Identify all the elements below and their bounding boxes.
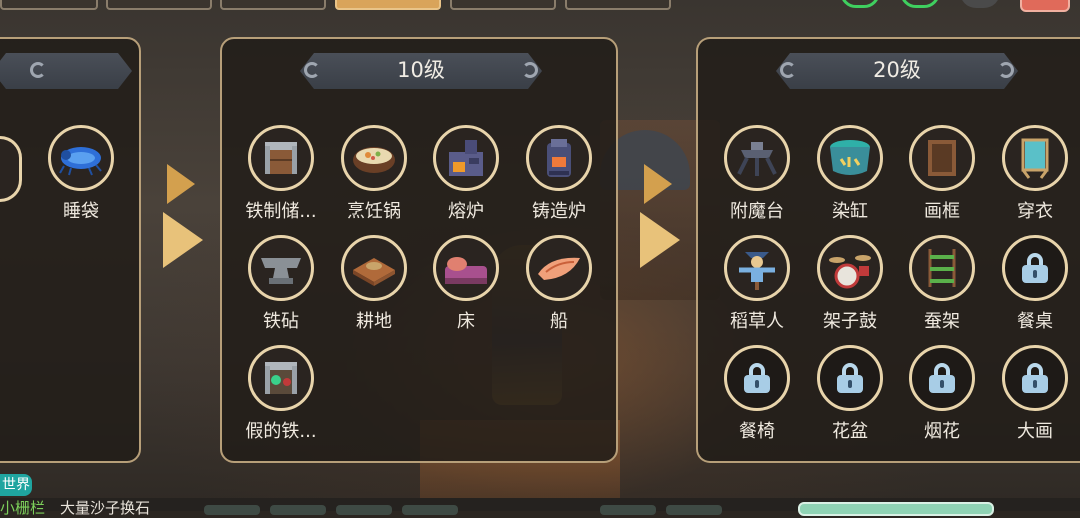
hotbar-slot[interactable] [336, 505, 392, 515]
silkworm-rack-icon [909, 235, 975, 301]
hotbar-slot[interactable] [204, 505, 260, 515]
top-tab-2[interactable] [106, 0, 212, 10]
lock-icon [1002, 345, 1068, 411]
next-level-arrow-icon [163, 164, 203, 268]
lock-icon [724, 345, 790, 411]
recipe-label: 铁砧 [263, 311, 299, 332]
drum-kit-icon [817, 235, 883, 301]
farmland-icon [341, 235, 407, 301]
banner-swirl-right-icon [998, 62, 1014, 78]
top-tab-6[interactable] [565, 0, 671, 10]
furnace-icon [433, 125, 499, 191]
recipe-item-furnace[interactable]: 熔炉 [420, 125, 512, 223]
recipe-item-anvil[interactable]: 铁砧 [235, 235, 327, 333]
recipe-item-dining-table[interactable]: 餐桌 [989, 235, 1080, 333]
recipe-item-farmland[interactable]: 耕地 [328, 235, 420, 333]
banner-swirl-left-icon [780, 62, 796, 78]
close-button[interactable] [1020, 0, 1070, 12]
banner-swirl-right-icon [522, 62, 538, 78]
recipe-label: 假的铁... [245, 421, 317, 442]
recipe-item-enchanting-table[interactable]: 附魔台 [711, 125, 803, 223]
recipe-label: 铸造炉 [532, 201, 586, 222]
cooking-pot-icon [341, 125, 407, 191]
lock-icon [909, 345, 975, 411]
next-level-arrow-icon [640, 164, 680, 268]
hotbar-slot[interactable] [270, 505, 326, 515]
panel-level-20: 20级 附魔台 染缸 画框 穿衣 稻草人 架子鼓 蚕架 餐桌 餐椅 花盆 烟花 … [696, 37, 1080, 463]
dressing-mirror-icon [1002, 125, 1068, 191]
recipe-item-flower-pot[interactable]: 花盆 [804, 345, 896, 443]
banner-swirl-left-icon [304, 62, 320, 78]
recipe-item-foundry[interactable]: 铸造炉 [513, 125, 605, 223]
iron-storage-icon [248, 125, 314, 191]
recipe-label: 附魔台 [730, 201, 784, 222]
boat-icon [526, 235, 592, 301]
recipe-item-picture-frame[interactable]: 画框 [896, 125, 988, 223]
recipe-item-bed[interactable]: 床 [420, 235, 512, 333]
recipe-item-drum-kit[interactable]: 架子鼓 [804, 235, 896, 333]
recipe-item-boat[interactable]: 船 [513, 235, 605, 333]
panel-previous-level: 睡袋 [0, 37, 141, 463]
action-button[interactable] [798, 502, 994, 516]
recipe-item-cooking-pot[interactable]: 烹饪锅 [328, 125, 420, 223]
recipe-item-silkworm-rack[interactable]: 蚕架 [896, 235, 988, 333]
recipe-label: 烟花 [924, 421, 960, 442]
chat-channel-badge[interactable]: 世界 [0, 474, 32, 496]
hotbar-slot[interactable] [666, 505, 722, 515]
top-tab-5[interactable] [450, 0, 556, 10]
picture-frame-icon [909, 125, 975, 191]
dye-vat-icon [817, 125, 883, 191]
recipe-label: 睡袋 [63, 201, 99, 222]
recipe-item-iron-storage[interactable]: 铁制储... [235, 125, 327, 223]
panel-level-10: 10级 铁制储... 烹饪锅 熔炉 铸造炉 铁砧 耕地 床 船 假的铁... [220, 37, 618, 463]
recipe-label: 稻草人 [730, 311, 784, 332]
lock-icon [817, 345, 883, 411]
chat-message: 大量沙子换石 [60, 499, 151, 517]
recipe-label: 餐椅 [739, 421, 775, 442]
recipe-label: 染缸 [832, 201, 868, 222]
level-title: 10级 [300, 53, 542, 89]
recipe-label: 花盆 [832, 421, 868, 442]
recipe-label: 餐桌 [1017, 311, 1053, 332]
sleeping-bag-icon [48, 125, 114, 191]
recipe-item-fake-iron-chest[interactable]: 假的铁... [235, 345, 327, 443]
recipe-item-scarecrow[interactable]: 稻草人 [711, 235, 803, 333]
recipe-item-sleeping-bag[interactable]: 睡袋 [35, 125, 127, 223]
top-tab-1[interactable] [0, 0, 98, 10]
hotbar-slot[interactable] [600, 505, 656, 515]
fake-iron-chest-icon [248, 345, 314, 411]
enchanting-table-icon [724, 125, 790, 191]
recipe-label: 大画 [1017, 421, 1053, 442]
recipe-label: 熔炉 [448, 201, 484, 222]
recipe-item-dye-vat[interactable]: 染缸 [804, 125, 896, 223]
recipe-label: 船 [550, 311, 568, 332]
hotbar-slot[interactable] [402, 505, 458, 515]
recipe-label: 画框 [924, 201, 960, 222]
recipe-item-dressing-mirror[interactable]: 穿衣 [989, 125, 1080, 223]
anvil-icon [248, 235, 314, 301]
recipe-label: 穿衣 [1017, 201, 1053, 222]
recipe-label: 床 [457, 311, 475, 332]
level-title: 20级 [776, 53, 1018, 89]
recipe-label: 铁制储... [245, 201, 317, 222]
top-tab-3[interactable] [220, 0, 326, 10]
lock-icon [1002, 235, 1068, 301]
top-tab-active[interactable] [335, 0, 441, 10]
recipe-label: 耕地 [356, 311, 392, 332]
foundry-icon [526, 125, 592, 191]
recipe-label: 烹饪锅 [347, 201, 401, 222]
recipe-label: 蚕架 [924, 311, 960, 332]
level-banner-left [0, 53, 132, 89]
recipe-item-fireworks[interactable]: 烟花 [896, 345, 988, 443]
recipe-label: 架子鼓 [823, 311, 877, 332]
banner-swirl-icon [30, 62, 46, 78]
recipe-item-large-painting[interactable]: 大画 [989, 345, 1080, 443]
recipe-item-dining-chair[interactable]: 餐椅 [711, 345, 803, 443]
scarecrow-icon [724, 235, 790, 301]
bed-icon [433, 235, 499, 301]
chat-sender[interactable]: 小栅栏 [0, 497, 45, 518]
